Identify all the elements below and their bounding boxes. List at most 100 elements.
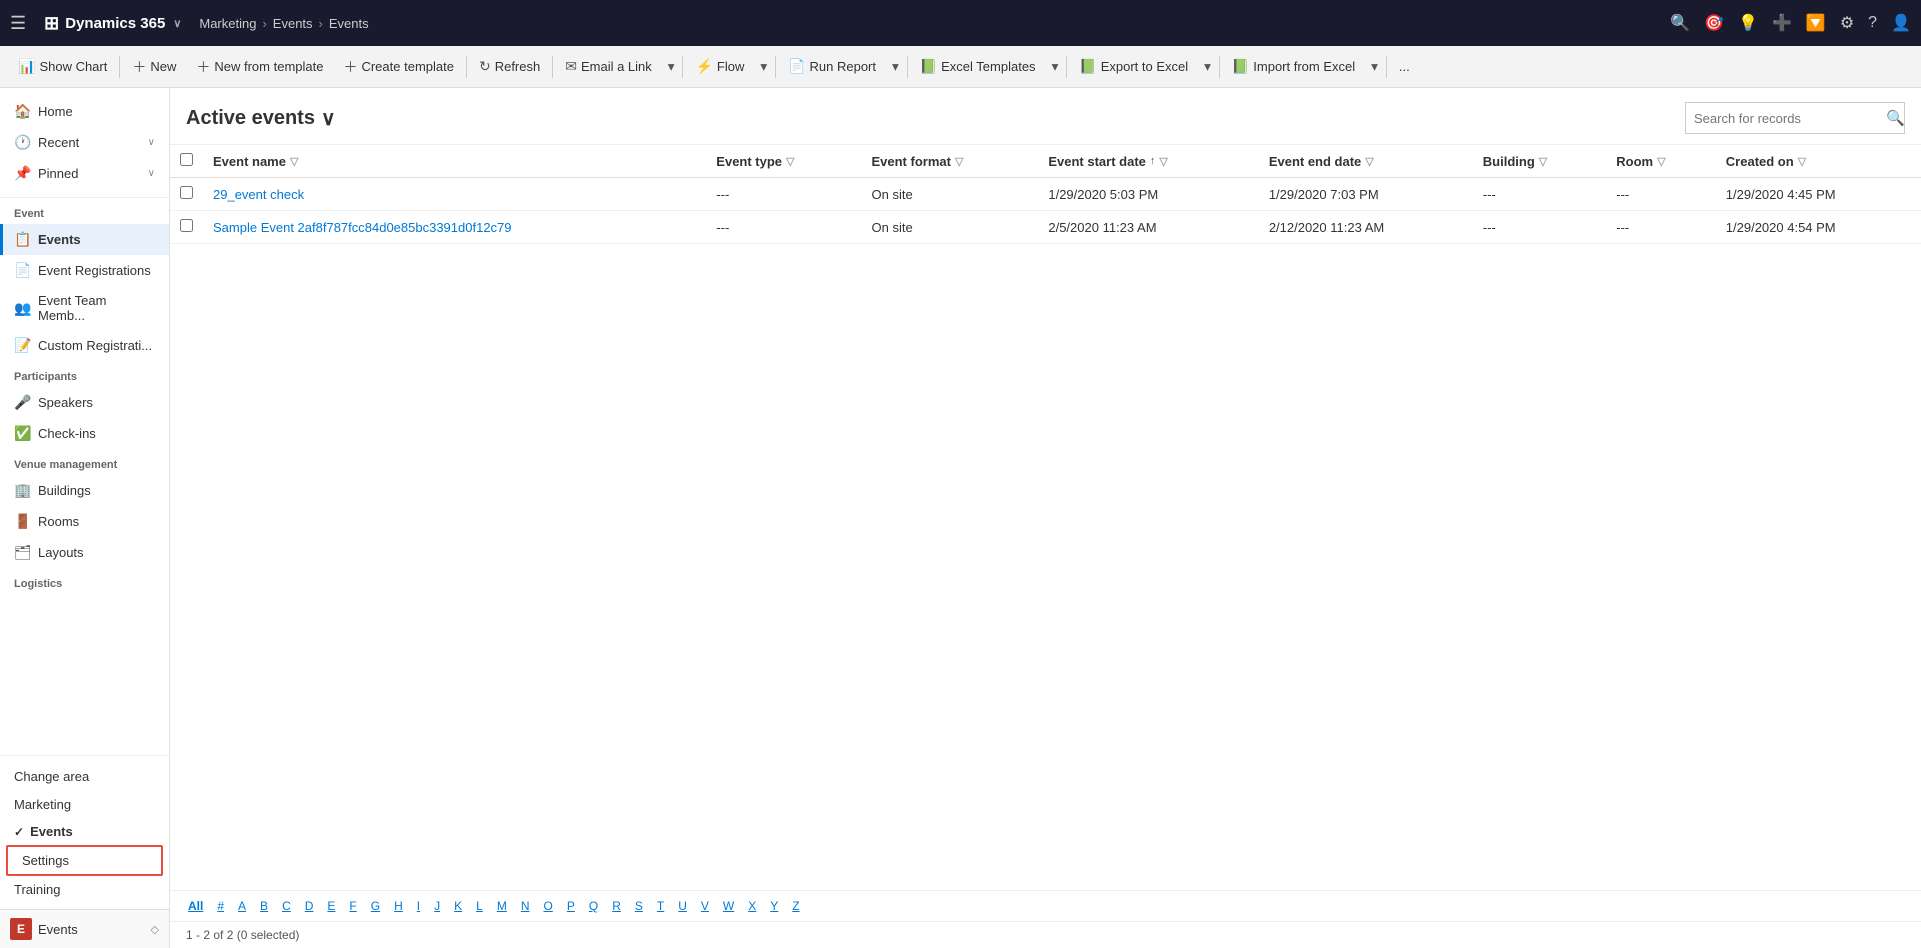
sidebar-item-layouts[interactable]: 🗂 Layouts	[0, 537, 169, 568]
sidebar-menu-marketing[interactable]: Marketing	[0, 791, 169, 818]
alpha-btn-u[interactable]: U	[672, 897, 693, 915]
flow-dropdown-button[interactable]: ▾	[754, 54, 773, 80]
sidebar-item-rooms[interactable]: 🚪 Rooms	[0, 506, 169, 537]
sidebar-menu-events[interactable]: ✓ Events	[0, 818, 169, 845]
hamburger-icon[interactable]: ☰	[10, 13, 26, 34]
question-icon[interactable]: ?	[1868, 14, 1877, 32]
filter-event-name-icon[interactable]: ▽	[290, 155, 298, 168]
alpha-btn-q[interactable]: Q	[583, 897, 604, 915]
email-link-button[interactable]: ✉ Email a Link	[555, 53, 662, 80]
alpha-btn-y[interactable]: Y	[764, 897, 784, 915]
status-text: 1 - 2 of 2 (0 selected)	[186, 928, 299, 942]
alpha-btn-s[interactable]: S	[629, 897, 649, 915]
breadcrumb-events1[interactable]: Events	[273, 16, 313, 31]
filter-event-format-icon[interactable]: ▽	[955, 155, 963, 168]
search-input[interactable]	[1686, 111, 1878, 126]
email-dropdown-button[interactable]: ▾	[662, 54, 681, 80]
alpha-btn-x[interactable]: X	[742, 897, 762, 915]
filter-building-icon[interactable]: ▽	[1539, 155, 1547, 168]
sidebar-item-event-team[interactable]: 👥 Event Team Memb...	[0, 286, 169, 330]
alpha-btn-h[interactable]: H	[388, 897, 409, 915]
filter-nav-icon[interactable]: 🔽	[1806, 13, 1826, 33]
new-template-plus-icon: ＋	[196, 57, 210, 77]
alpha-btn-o[interactable]: O	[538, 897, 559, 915]
filter-created-on-icon[interactable]: ▽	[1798, 155, 1806, 168]
recent-icon: 🕐	[14, 134, 30, 151]
main-layout: 🏠 Home 🕐 Recent ∨ 📌 Pinned ∨ Event 📋 Eve…	[0, 88, 1921, 948]
flow-button[interactable]: ⚡ Flow	[685, 53, 754, 80]
person-icon[interactable]: 👤	[1891, 13, 1911, 33]
alpha-btn-k[interactable]: K	[448, 897, 468, 915]
sidebar-item-speakers[interactable]: 🎤 Speakers	[0, 387, 169, 418]
row-checkbox[interactable]	[180, 186, 193, 199]
alpha-btn-c[interactable]: C	[276, 897, 297, 915]
run-report-button[interactable]: 📄 Run Report	[778, 53, 886, 80]
filter-start-date-icon[interactable]: ▽	[1159, 155, 1167, 168]
alpha-btn-g[interactable]: G	[365, 897, 386, 915]
sidebar-menu-settings[interactable]: Settings	[8, 847, 161, 874]
breadcrumb-app[interactable]: Marketing	[199, 16, 256, 31]
sidebar-footer-brand[interactable]: E Events ◇	[0, 909, 169, 948]
show-chart-button[interactable]: 📊 Show Chart	[8, 53, 117, 80]
filter-end-date-icon[interactable]: ▽	[1365, 155, 1373, 168]
alpha-btn-m[interactable]: M	[491, 897, 513, 915]
title-chevron[interactable]: ∨	[321, 106, 336, 131]
change-area-button[interactable]: Change area	[0, 762, 169, 791]
event-name-link[interactable]: 29_event check	[213, 187, 304, 202]
settings-nav-icon[interactable]: ⚙	[1840, 13, 1854, 33]
filter-event-type-icon[interactable]: ▽	[786, 155, 794, 168]
alpha-btn-z[interactable]: Z	[786, 897, 805, 915]
sidebar-item-event-registrations[interactable]: 📄 Event Registrations	[0, 255, 169, 286]
filter-room-icon[interactable]: ▽	[1657, 155, 1665, 168]
alpha-btn-f[interactable]: F	[343, 897, 362, 915]
select-all-checkbox[interactable]	[180, 153, 193, 166]
plus-nav-icon[interactable]: ➕	[1772, 13, 1792, 33]
alpha-btn-p[interactable]: P	[561, 897, 581, 915]
alpha-btn-j[interactable]: J	[428, 897, 446, 915]
alpha-btn-d[interactable]: D	[299, 897, 320, 915]
export-to-excel-button[interactable]: 📗 Export to Excel	[1069, 53, 1198, 80]
alpha-btn-n[interactable]: N	[515, 897, 536, 915]
alpha-btn-l[interactable]: L	[470, 897, 489, 915]
excel-templates-button[interactable]: 📗 Excel Templates	[910, 53, 1046, 80]
grid-icon: ⊞	[44, 13, 59, 34]
lightbulb-icon[interactable]: 💡	[1738, 13, 1758, 33]
alpha-btn-e[interactable]: E	[321, 897, 341, 915]
brand[interactable]: ⊞ Dynamics 365 ∨	[44, 13, 181, 34]
alpha-btn-all[interactable]: All	[182, 897, 209, 915]
row-checkbox[interactable]	[180, 219, 193, 232]
sidebar-item-custom-reg[interactable]: 📝 Custom Registrati...	[0, 330, 169, 361]
sidebar-item-buildings[interactable]: 🏢 Buildings	[0, 475, 169, 506]
alpha-btn-a[interactable]: A	[232, 897, 252, 915]
search-submit-button[interactable]: 🔍	[1878, 109, 1913, 127]
alpha-btn-w[interactable]: W	[717, 897, 740, 915]
alpha-btn-i[interactable]: I	[411, 897, 426, 915]
alpha-btn-r[interactable]: R	[606, 897, 627, 915]
new-from-template-button[interactable]: ＋ New from template	[186, 52, 333, 82]
export-excel-dropdown[interactable]: ▾	[1198, 54, 1217, 80]
alpha-btn-#[interactable]: #	[211, 897, 230, 915]
alpha-btn-t[interactable]: T	[651, 897, 670, 915]
refresh-button[interactable]: ↻ Refresh	[469, 53, 550, 80]
excel-templates-dropdown[interactable]: ▾	[1046, 54, 1065, 80]
import-from-excel-button[interactable]: 📗 Import from Excel	[1222, 53, 1365, 80]
sidebar-item-home[interactable]: 🏠 Home	[0, 96, 169, 127]
create-template-button[interactable]: ＋ Create template	[333, 52, 464, 82]
brand-chevron[interactable]: ∨	[173, 17, 181, 30]
sidebar-item-recent[interactable]: 🕐 Recent ∨	[0, 127, 169, 158]
more-button[interactable]: ...	[1389, 54, 1420, 79]
sort-start-date-icon[interactable]: ↑	[1150, 155, 1156, 167]
run-report-dropdown[interactable]: ▾	[886, 54, 905, 80]
import-excel-dropdown[interactable]: ▾	[1365, 54, 1384, 80]
target-icon[interactable]: 🎯	[1704, 13, 1724, 33]
alpha-btn-v[interactable]: V	[695, 897, 715, 915]
sidebar-item-pinned[interactable]: 📌 Pinned ∨	[0, 158, 169, 189]
sidebar-item-checkins[interactable]: ✅ Check-ins	[0, 418, 169, 449]
sidebar-menu-training[interactable]: Training	[0, 876, 169, 903]
alpha-btn-b[interactable]: B	[254, 897, 274, 915]
pinned-chevron: ∨	[148, 168, 155, 179]
event-name-link[interactable]: Sample Event 2af8f787fcc84d0e85bc3391d0f…	[213, 220, 512, 235]
sidebar-item-events[interactable]: 📋 Events	[0, 224, 169, 255]
search-nav-icon[interactable]: 🔍	[1670, 13, 1690, 33]
new-button[interactable]: ＋ New	[122, 52, 186, 82]
